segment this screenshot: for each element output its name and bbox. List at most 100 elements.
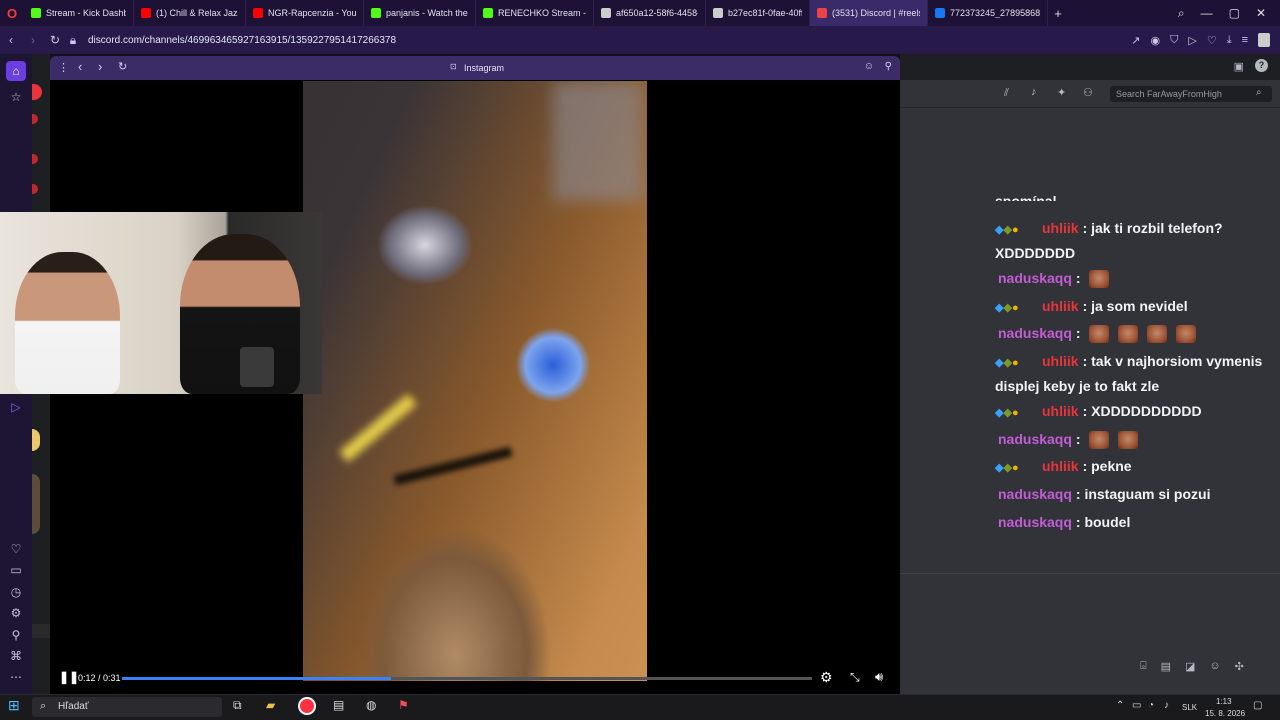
heart-sidebar-icon[interactable]: ♡	[6, 539, 26, 559]
bulb-icon[interactable]: ⚲	[6, 625, 26, 645]
chat-username[interactable]: naduskaqq	[998, 325, 1072, 341]
tabs-icon[interactable]: ▭	[6, 560, 26, 580]
server-icon[interactable]	[32, 114, 38, 124]
browser-tab[interactable]: b27ec81f-0fae-40ff-bbf1	[706, 0, 810, 26]
user-badges-icon: ◆◆●	[995, 302, 1019, 314]
tray-chevron-icon[interactable]: ⌃	[1116, 700, 1124, 711]
person-left	[15, 252, 120, 394]
chat-username[interactable]: uhliik	[1042, 458, 1079, 474]
wifi-icon[interactable]: ◔	[1148, 700, 1154, 711]
document-taskbar-icon[interactable]: ▤	[333, 698, 344, 712]
clock-date[interactable]: 15. 8. 2026	[1205, 709, 1245, 718]
server-icon[interactable]	[32, 429, 40, 451]
network-icon[interactable]: ▭	[1132, 700, 1141, 711]
minimize-button[interactable]: —	[1201, 6, 1213, 20]
gift-icon[interactable]: ⌘	[6, 646, 26, 666]
app-taskbar-icon[interactable]: ◍	[366, 698, 376, 712]
server-icon[interactable]	[32, 154, 38, 164]
popup-back-button[interactable]: ‹	[78, 59, 82, 74]
popup-menu-icon[interactable]: ⋮	[58, 61, 69, 74]
members-icon[interactable]: ⚇	[1083, 86, 1093, 99]
search-input[interactable]: Search FarAwayFromHigh	[1110, 86, 1272, 102]
history-icon[interactable]: ◷	[6, 582, 26, 602]
file-explorer-icon[interactable]: ▰	[266, 698, 275, 712]
browser-tab[interactable]: (3531) Discord | #reelska	[810, 0, 928, 26]
chat-username[interactable]: uhliik	[1042, 298, 1079, 314]
url-field[interactable]: discord.com/channels/469963465927163915/…	[88, 35, 396, 46]
more-icon[interactable]: ⋯	[6, 667, 26, 687]
chat-username[interactable]: naduskaqq	[998, 270, 1072, 286]
gif-icon[interactable]: ▤	[1161, 660, 1171, 676]
player-icon[interactable]: ▷	[1188, 34, 1196, 47]
avatar[interactable]	[1258, 33, 1270, 47]
home-icon[interactable]: ⌂	[6, 61, 26, 81]
popup-forward-button[interactable]: ›	[98, 59, 102, 74]
star-icon[interactable]: ☆	[6, 87, 26, 107]
volume-icon[interactable]: 🔊︎	[875, 669, 883, 685]
browser-tab[interactable]: af650a12-58f6-4458-8f1a	[594, 0, 706, 26]
reload-button[interactable]: ↻	[44, 33, 66, 47]
menu-icon[interactable]: ≡	[1242, 34, 1248, 46]
search-tabs-icon[interactable]: ⌕	[1178, 6, 1185, 21]
language-indicator[interactable]: SLK	[1182, 703, 1197, 712]
share-icon[interactable]: ↗	[1131, 34, 1140, 47]
opera-taskbar-icon[interactable]	[298, 697, 316, 715]
settings-icon[interactable]: ⚙	[6, 603, 26, 623]
chat-username[interactable]: naduskaqq	[998, 514, 1072, 530]
windows-start-icon[interactable]: ⊞	[8, 697, 20, 714]
search-icon[interactable]: ⌕	[1256, 87, 1262, 98]
inbox-icon[interactable]: ▣	[1234, 60, 1244, 73]
gift-icon[interactable]: ⌺	[1140, 660, 1147, 676]
server-icon[interactable]	[32, 624, 50, 638]
sound-icon[interactable]: ♪	[1164, 700, 1169, 711]
clock-time[interactable]: 1:13	[1216, 697, 1232, 706]
new-tab-button[interactable]: +	[1048, 6, 1068, 21]
emote-icon	[1088, 325, 1109, 344]
settings-gear-icon[interactable]: ⚙	[820, 669, 833, 686]
browser-tab[interactable]: panjanis - Watch the VOD	[364, 0, 476, 26]
adblock-icon[interactable]: ⛉	[1170, 34, 1178, 47]
browser-tab[interactable]: Stream - Kick Dashboard	[24, 0, 134, 26]
chat-username[interactable]: uhliik	[1042, 220, 1079, 236]
back-button[interactable]: ‹	[0, 33, 22, 47]
heart-icon[interactable]: ♡	[1207, 34, 1217, 47]
browser-tab[interactable]: (1) Chill & Relax Jazz Hiph	[134, 0, 246, 26]
forward-button[interactable]: ›	[22, 33, 44, 47]
browser-tab[interactable]: RENECHKO Stream - Watc	[476, 0, 594, 26]
server-icon[interactable]	[32, 184, 38, 194]
notifications-icon[interactable]: ▢	[1253, 700, 1262, 711]
camera-icon[interactable]: ◉	[1151, 34, 1161, 47]
chat-text: : boudel	[1075, 514, 1131, 530]
chat-username[interactable]: uhliik	[1042, 353, 1079, 369]
bell-icon[interactable]: ♪	[1031, 86, 1037, 98]
emoji-icon[interactable]: ☺	[1209, 660, 1220, 676]
opera-logo-icon[interactable]: O	[0, 6, 24, 21]
window-controls: ⌕ — ▢ ✕	[1178, 0, 1280, 26]
server-icon[interactable]	[32, 84, 42, 100]
taskbar-search[interactable]: Hľadať	[32, 697, 222, 717]
browser-tab[interactable]: NGR-Rapcenzia - YouTube	[246, 0, 364, 26]
chat-username[interactable]: naduskaqq	[998, 486, 1072, 502]
pin-taskbar-icon[interactable]: ⚑	[398, 698, 409, 712]
chat-text: : XDDDDDDDDDD	[1082, 403, 1202, 419]
chat-username[interactable]: uhliik	[1042, 403, 1079, 419]
popup-pin-icon[interactable]: ⚲	[885, 61, 892, 72]
browser-tab[interactable]: 772373245_27895868813	[928, 0, 1048, 26]
maximize-button[interactable]: ▢	[1229, 6, 1240, 20]
pin-icon[interactable]: ✦	[1057, 86, 1066, 99]
popup-reload-button[interactable]: ↻	[118, 60, 127, 73]
task-view-icon[interactable]: ⧉	[233, 698, 242, 713]
fullscreen-exit-icon[interactable]: ⤡	[850, 670, 860, 685]
help-icon[interactable]: ?	[1255, 59, 1268, 72]
threads-icon[interactable]: ⫽	[1004, 87, 1009, 100]
close-window-button[interactable]: ✕	[1256, 6, 1266, 20]
server-icon[interactable]	[32, 474, 40, 534]
download-icon[interactable]: ⤓	[1227, 34, 1232, 47]
popup-emoji-icon[interactable]: ☺	[864, 61, 874, 72]
chat-username[interactable]: naduskaqq	[998, 431, 1072, 447]
sticker-icon[interactable]: ◪	[1185, 660, 1195, 676]
pause-button[interactable]: ❚❚	[59, 670, 79, 684]
microphone	[240, 347, 274, 387]
apps-icon[interactable]: ✣	[1235, 660, 1244, 676]
aria-icon[interactable]: ▷	[6, 397, 26, 417]
